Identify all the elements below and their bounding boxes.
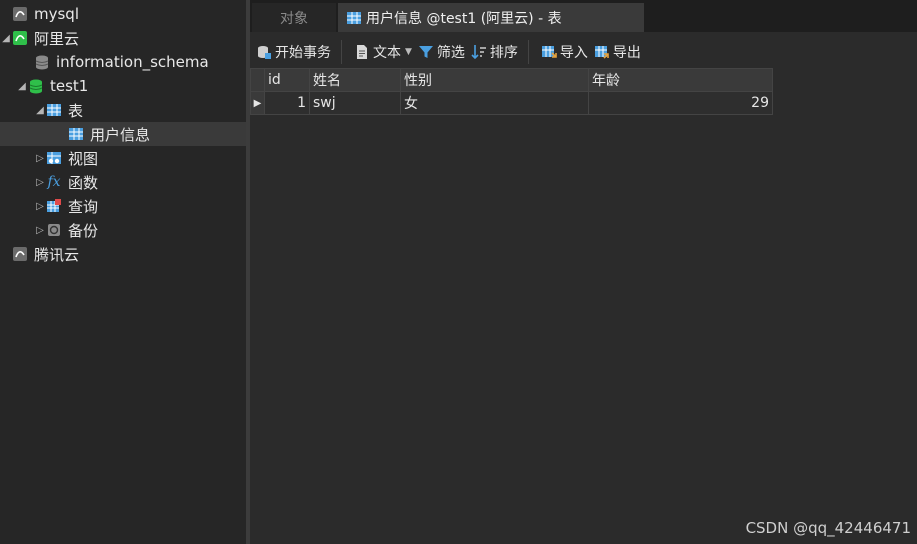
tree-item-label: 腾讯云 [34,245,80,264]
expanded-arrow-icon[interactable]: ◢ [0,33,12,44]
table-icon [346,10,362,26]
tree-item-aliyun[interactable]: ◢ 阿里云 [0,26,246,50]
database-icon [34,54,50,70]
cell-name[interactable]: swj [309,91,401,115]
row-header-corner [250,68,265,92]
column-header-id[interactable]: id [264,68,310,92]
data-grid: id 姓名 性别 年龄 ▶ 1 swj 女 29 [250,68,773,115]
import-icon [541,44,557,60]
tree-item-label: 查询 [68,197,99,216]
tab-bar: 对象 用户信息 @test1 (阿里云) - 表 [250,0,917,32]
tab-label: 用户信息 @test1 (阿里云) - 表 [366,10,562,27]
sort-icon [471,44,487,60]
tree-item-functions[interactable]: ▷ fx 函数 [0,170,246,194]
tree-item-views[interactable]: ▷ 视图 [0,146,246,170]
main-panel: 对象 用户信息 @test1 (阿里云) - 表 开始事务 文本 ▼ 筛选 排序… [250,0,917,544]
filter-button[interactable]: 筛选 [418,38,465,66]
tree-item-user-info-table[interactable]: 用户信息 [0,122,246,146]
header-row: id 姓名 性别 年龄 [250,68,773,92]
function-icon: fx [47,174,61,190]
export-icon [594,44,610,60]
watermark: CSDN @qq_42446471 [745,519,911,537]
column-header-gender[interactable]: 性别 [400,68,589,92]
toolbar: 开始事务 文本 ▼ 筛选 排序 导入 导出 [250,36,917,68]
cell-age[interactable]: 29 [588,91,773,115]
database-active-icon [28,78,44,94]
collapsed-arrow-icon[interactable]: ▷ [34,177,46,188]
tree-item-label: test1 [50,77,89,95]
button-label: 开始事务 [275,45,331,61]
view-icon [46,150,62,166]
tree-item-label: mysql [34,5,79,23]
tab-objects[interactable]: 对象 [252,3,336,32]
table-icon [68,126,84,142]
tree-item-test1[interactable]: ◢ test1 [0,74,246,98]
tree-item-tencent-cloud[interactable]: 腾讯云 [0,242,246,266]
navigation-sidebar: mysql ◢ 阿里云 information_schema ◢ test1 ◢… [0,0,250,544]
mysql-connection-icon [12,6,28,22]
button-label: 导入 [559,45,588,61]
mysql-connection-icon [12,246,28,262]
filter-icon [418,44,434,60]
query-icon [46,198,62,214]
tree-item-label: 阿里云 [34,29,80,48]
button-label: 筛选 [436,45,465,61]
current-row-indicator-icon[interactable]: ▶ [250,91,265,115]
document-icon [354,44,370,60]
tree-item-backups[interactable]: ▷ 备份 [0,218,246,242]
toolbar-divider [527,40,529,64]
collapsed-arrow-icon[interactable]: ▷ [34,225,46,236]
button-label: 导出 [612,45,641,61]
cell-id[interactable]: 1 [264,91,310,115]
button-label: 排序 [489,45,518,61]
text-button[interactable]: 文本 ▼ [354,38,412,66]
column-header-age[interactable]: 年龄 [588,68,773,92]
backup-icon [46,222,62,238]
toolbar-divider [341,40,342,64]
expanded-arrow-icon[interactable]: ◢ [16,81,28,92]
begin-transaction-button[interactable]: 开始事务 [256,38,331,66]
tables-folder-icon [46,102,62,118]
tree-item-mysql[interactable]: mysql [0,2,246,26]
tab-label: 对象 [280,10,308,27]
transaction-icon [256,44,272,60]
cell-gender[interactable]: 女 [400,91,589,115]
tree-item-tables[interactable]: ◢ 表 [0,98,246,122]
export-button[interactable]: 导出 [594,38,641,66]
import-button[interactable]: 导入 [541,38,588,66]
sort-button[interactable]: 排序 [471,38,518,66]
table-row[interactable]: ▶ 1 swj 女 29 [250,91,773,115]
tree-item-label: 函数 [68,173,99,192]
expanded-arrow-icon[interactable]: ◢ [34,105,46,116]
tree-item-label: 备份 [68,221,99,240]
collapsed-arrow-icon[interactable]: ▷ [34,153,46,164]
tab-user-info-table[interactable]: 用户信息 @test1 (阿里云) - 表 [338,3,644,32]
button-label: 文本 [373,45,401,61]
tree-item-label: 用户信息 [90,125,151,144]
tree-item-information-schema[interactable]: information_schema [0,50,246,74]
collapsed-arrow-icon[interactable]: ▷ [34,201,46,212]
tree-item-queries[interactable]: ▷ 查询 [0,194,246,218]
mysql-connection-active-icon [12,30,28,46]
tree-item-label: 表 [68,101,84,120]
column-header-name[interactable]: 姓名 [309,68,401,92]
tree-item-label: 视图 [68,149,99,168]
data-table: id 姓名 性别 年龄 ▶ 1 swj 女 29 [250,68,773,115]
chevron-down-icon: ▼ [405,47,412,57]
tree-item-label: information_schema [56,53,209,71]
